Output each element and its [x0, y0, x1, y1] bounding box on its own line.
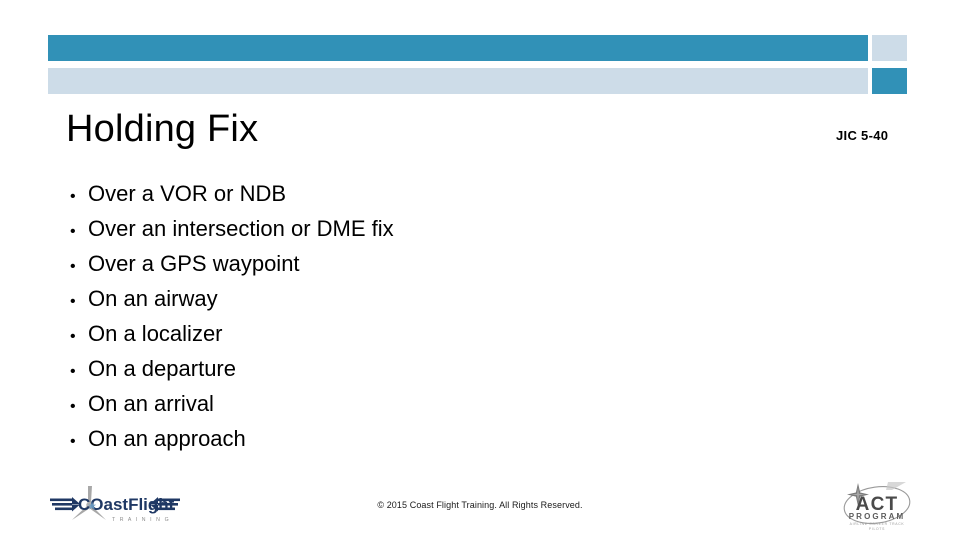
list-item-label: On an approach	[88, 426, 246, 451]
page-title: Holding Fix	[66, 108, 259, 150]
list-item-label: On an airway	[88, 286, 218, 311]
coastflight-logo: COastFlight T R A I N I N G	[50, 484, 180, 530]
list-item-label: On an arrival	[88, 391, 214, 416]
act-tagline-line2: PILOTS	[869, 527, 885, 531]
bullet-point-icon: •	[70, 258, 76, 275]
list-item-label: On a departure	[88, 356, 236, 381]
header-bar-light-square	[872, 35, 907, 61]
list-item-label: Over a VOR or NDB	[88, 181, 287, 206]
coastflight-tagline: T R A I N I N G	[112, 517, 170, 523]
bullet-point-icon: •	[70, 433, 76, 450]
header-bar-light-long	[48, 68, 868, 94]
act-program-logo: ACT PROGRAM AIRLINE CAREER TRACK PILOTS	[836, 479, 918, 534]
bullet-point-icon: •	[70, 363, 76, 380]
slide-reference-code: JIC 5-40	[836, 128, 889, 143]
bullet-point-icon: •	[70, 293, 76, 310]
header-bar-teal-square	[872, 68, 907, 94]
bullet-point-icon: •	[70, 398, 76, 415]
list-item-label: Over a GPS waypoint	[88, 251, 300, 276]
header-bar-teal-long	[48, 35, 868, 61]
act-tagline-line1: AIRLINE CAREER TRACK	[850, 522, 905, 526]
list-item: • On an approach	[66, 421, 766, 456]
bullet-point-icon: •	[70, 328, 76, 345]
bullet-point-icon: •	[70, 223, 76, 240]
act-subtitle: PROGRAM	[849, 512, 905, 521]
left-wing-icon	[50, 497, 80, 512]
list-item: • Over a VOR or NDB	[66, 176, 766, 211]
bullet-point-icon: •	[70, 188, 76, 205]
list-item: • On a localizer	[66, 316, 766, 351]
list-item: • On an arrival	[66, 386, 766, 421]
list-item-label: On a localizer	[88, 321, 223, 346]
bullet-list: • Over a VOR or NDB • Over an intersecti…	[66, 176, 766, 456]
list-item: • On a departure	[66, 351, 766, 386]
list-item: • On an airway	[66, 281, 766, 316]
list-item-label: Over an intersection or DME fix	[88, 216, 394, 241]
list-item: • Over an intersection or DME fix	[66, 211, 766, 246]
list-item: • Over a GPS waypoint	[66, 246, 766, 281]
